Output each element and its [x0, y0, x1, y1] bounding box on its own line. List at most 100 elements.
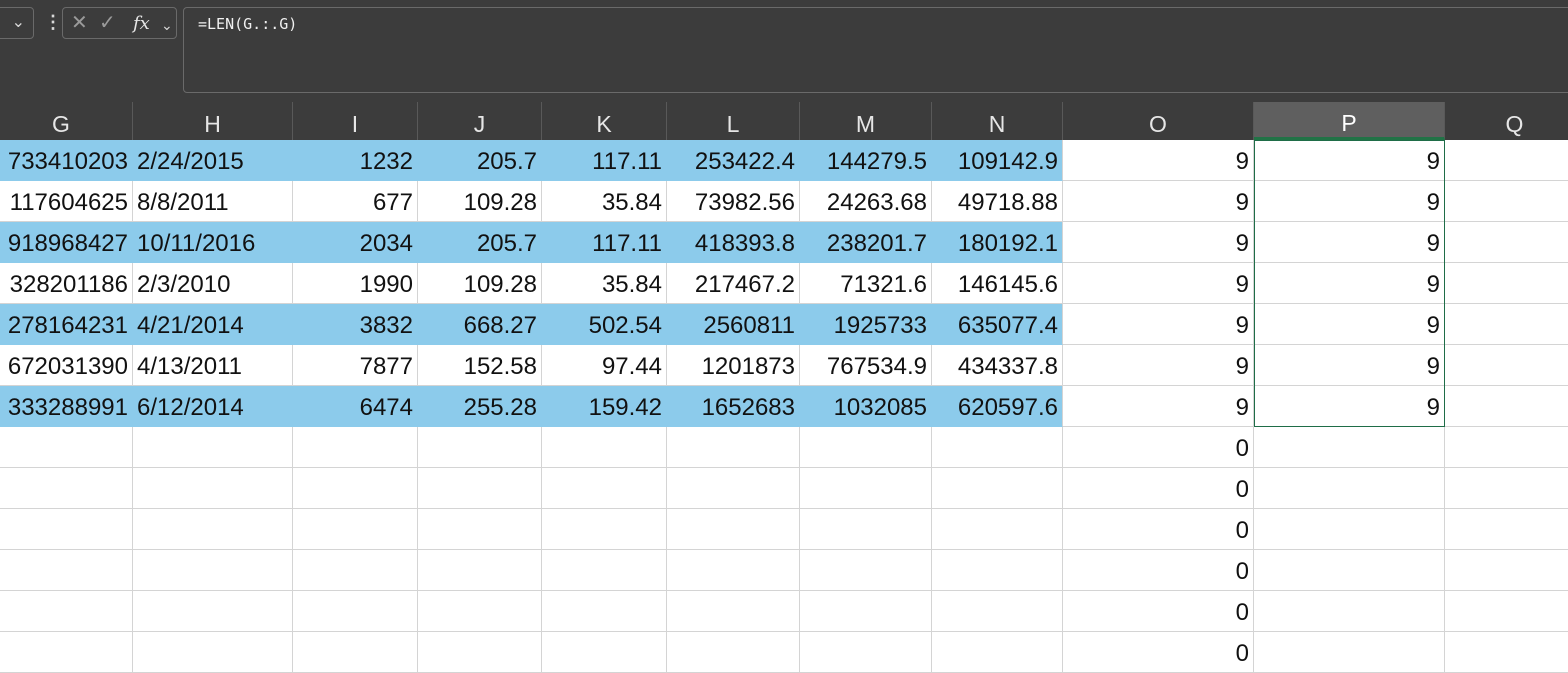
cell-j[interactable] — [418, 427, 542, 468]
cell-l[interactable] — [667, 509, 800, 550]
cell-j[interactable] — [418, 509, 542, 550]
cell-k[interactable]: 159.42 — [542, 386, 667, 427]
cell-q[interactable] — [1445, 140, 1568, 181]
cell-m[interactable]: 767534.9 — [800, 345, 932, 386]
cell-h[interactable] — [133, 468, 293, 509]
column-header-k[interactable]: K — [542, 102, 667, 140]
cell-g[interactable]: 918968427 — [0, 222, 133, 263]
cell-i[interactable] — [293, 468, 418, 509]
cell-h[interactable]: 2/3/2010 — [133, 263, 293, 304]
cell-k[interactable]: 502.54 — [542, 304, 667, 345]
cell-j[interactable]: 255.28 — [418, 386, 542, 427]
cell-l[interactable]: 217467.2 — [667, 263, 800, 304]
column-header-i[interactable]: I — [293, 102, 418, 140]
cell-h[interactable] — [133, 550, 293, 591]
cell-h[interactable] — [133, 591, 293, 632]
cell-i[interactable]: 677 — [293, 181, 418, 222]
cell-m[interactable]: 71321.6 — [800, 263, 932, 304]
cell-g[interactable] — [0, 427, 133, 468]
cell-n[interactable]: 635077.4 — [932, 304, 1063, 345]
cell-k[interactable] — [542, 509, 667, 550]
cell-m[interactable]: 1032085 — [800, 386, 932, 427]
cell-h[interactable] — [133, 632, 293, 673]
column-header-o[interactable]: O — [1063, 102, 1254, 140]
cell-g[interactable] — [0, 632, 133, 673]
cell-p[interactable]: 9 — [1254, 304, 1445, 345]
cell-q[interactable] — [1445, 468, 1568, 509]
cell-g[interactable] — [0, 550, 133, 591]
cell-q[interactable] — [1445, 222, 1568, 263]
cell-h[interactable] — [133, 427, 293, 468]
cell-i[interactable]: 6474 — [293, 386, 418, 427]
cell-h[interactable]: 6/12/2014 — [133, 386, 293, 427]
cell-p[interactable] — [1254, 427, 1445, 468]
cell-l[interactable]: 418393.8 — [667, 222, 800, 263]
column-header-q[interactable]: Q — [1445, 102, 1568, 140]
cell-n[interactable] — [932, 591, 1063, 632]
cell-k[interactable]: 117.11 — [542, 222, 667, 263]
cell-q[interactable] — [1445, 386, 1568, 427]
chevron-down-icon[interactable]: ⌄ — [12, 14, 25, 32]
formula-input[interactable]: =LEN(G.:.G) — [183, 7, 1568, 93]
cell-p[interactable] — [1254, 550, 1445, 591]
cancel-icon[interactable]: ✕ — [71, 12, 88, 34]
cell-q[interactable] — [1445, 181, 1568, 222]
cell-o[interactable]: 0 — [1063, 550, 1254, 591]
cell-h[interactable]: 8/8/2011 — [133, 181, 293, 222]
cell-i[interactable] — [293, 550, 418, 591]
cell-l[interactable] — [667, 550, 800, 591]
chevron-down-icon[interactable]: ⌄ — [161, 14, 173, 36]
cell-o[interactable]: 9 — [1063, 345, 1254, 386]
name-box[interactable]: ⌄ — [0, 7, 34, 39]
cell-j[interactable]: 668.27 — [418, 304, 542, 345]
cell-i[interactable]: 7877 — [293, 345, 418, 386]
insert-function-icon[interactable]: fx — [133, 13, 150, 35]
cell-h[interactable]: 4/21/2014 — [133, 304, 293, 345]
cell-l[interactable]: 73982.56 — [667, 181, 800, 222]
cell-o[interactable]: 9 — [1063, 304, 1254, 345]
cell-o[interactable]: 9 — [1063, 181, 1254, 222]
cell-g[interactable] — [0, 591, 133, 632]
cell-m[interactable] — [800, 468, 932, 509]
cell-g[interactable] — [0, 509, 133, 550]
cell-o[interactable]: 0 — [1063, 632, 1254, 673]
cell-p[interactable]: 9 — [1254, 345, 1445, 386]
cell-m[interactable]: 144279.5 — [800, 140, 932, 181]
cell-o[interactable]: 0 — [1063, 509, 1254, 550]
cell-p[interactable] — [1254, 468, 1445, 509]
cell-k[interactable]: 117.11 — [542, 140, 667, 181]
cell-m[interactable] — [800, 427, 932, 468]
cell-i[interactable] — [293, 632, 418, 673]
column-header-m[interactable]: M — [800, 102, 932, 140]
cell-k[interactable] — [542, 550, 667, 591]
cell-n[interactable]: 49718.88 — [932, 181, 1063, 222]
cell-g[interactable]: 672031390 — [0, 345, 133, 386]
cell-i[interactable]: 1990 — [293, 263, 418, 304]
cell-k[interactable] — [542, 591, 667, 632]
cell-l[interactable]: 253422.4 — [667, 140, 800, 181]
cell-k[interactable]: 35.84 — [542, 263, 667, 304]
cell-j[interactable] — [418, 591, 542, 632]
cell-i[interactable] — [293, 427, 418, 468]
cell-q[interactable] — [1445, 591, 1568, 632]
cell-l[interactable]: 1652683 — [667, 386, 800, 427]
cell-g[interactable] — [0, 468, 133, 509]
cell-n[interactable]: 434337.8 — [932, 345, 1063, 386]
cell-o[interactable]: 9 — [1063, 222, 1254, 263]
more-options-icon[interactable]: ⋮ — [44, 9, 62, 35]
cell-g[interactable]: 117604625 — [0, 181, 133, 222]
cell-j[interactable]: 152.58 — [418, 345, 542, 386]
cell-l[interactable] — [667, 591, 800, 632]
cell-j[interactable]: 205.7 — [418, 140, 542, 181]
cell-m[interactable]: 238201.7 — [800, 222, 932, 263]
cell-o[interactable]: 0 — [1063, 591, 1254, 632]
cell-l[interactable]: 1201873 — [667, 345, 800, 386]
cell-j[interactable]: 109.28 — [418, 263, 542, 304]
cell-k[interactable] — [542, 632, 667, 673]
column-header-l[interactable]: L — [667, 102, 800, 140]
cell-o[interactable]: 9 — [1063, 263, 1254, 304]
cell-o[interactable]: 9 — [1063, 386, 1254, 427]
column-header-h[interactable]: H — [133, 102, 293, 140]
cell-g[interactable]: 333288991 — [0, 386, 133, 427]
cell-m[interactable]: 24263.68 — [800, 181, 932, 222]
